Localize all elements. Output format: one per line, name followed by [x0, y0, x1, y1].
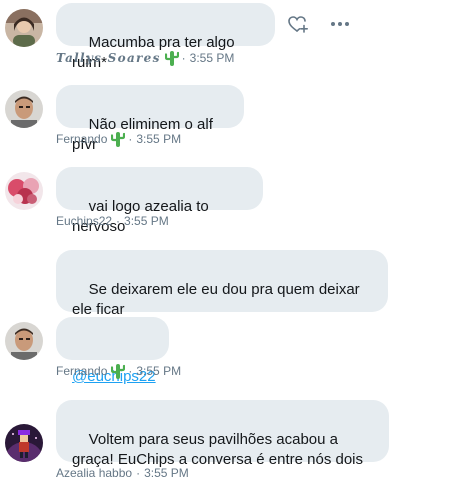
- message-time: 3:55 PM: [189, 51, 235, 65]
- message-time: 3:55 PM: [136, 132, 182, 146]
- message-time: 3:55 PM: [144, 466, 189, 480]
- author-name[interactable]: Fernando: [56, 363, 107, 379]
- dm-conversation-thread: Macumba pra ter algo ruim* Tallys Soares: [0, 0, 459, 485]
- avatar-azealia-habbo[interactable]: [5, 424, 43, 462]
- message-bubble[interactable]: @euchips22: [56, 317, 169, 385]
- cactus-emoji-icon: [111, 131, 126, 147]
- message-time: 3:55 PM: [124, 214, 169, 228]
- avatar-fernando[interactable]: [5, 90, 43, 128]
- cactus-emoji-icon: [111, 363, 126, 379]
- avatar-image: [5, 172, 43, 210]
- avatar-euchips22[interactable]: [5, 172, 43, 210]
- avatar-image: [5, 90, 43, 128]
- avatar-fernando[interactable]: [5, 322, 43, 360]
- avatar-tallys-soares[interactable]: [5, 9, 43, 47]
- meta-separator: ·: [181, 51, 186, 65]
- author-name[interactable]: Tallys Soares: [56, 50, 161, 66]
- message-meta: Fernando · 3:55 PM: [56, 131, 181, 147]
- avatar-image: [5, 424, 43, 462]
- more-options-icon[interactable]: [330, 14, 350, 39]
- message-meta: Fernando · 3:55 PM: [56, 363, 181, 379]
- message-text: Voltem para seus pavilhões acabou a graç…: [72, 431, 363, 468]
- message-bubble[interactable]: Voltem para seus pavilhões acabou a graç…: [56, 400, 389, 468]
- like-heart-plus-icon[interactable]: [287, 14, 310, 39]
- meta-separator: ·: [128, 132, 133, 146]
- message-meta: Tallys Soares · 3:55 PM: [56, 50, 234, 66]
- author-name[interactable]: Azealia habbo: [56, 465, 132, 481]
- author-name[interactable]: Fernando: [56, 131, 107, 147]
- cactus-emoji-icon: [164, 50, 179, 66]
- message-bubble[interactable]: Se deixarem ele eu dou pra quem deixar e…: [56, 250, 388, 318]
- message-time: 3:55 PM: [136, 364, 182, 378]
- message-actions: [287, 14, 350, 39]
- meta-separator: ·: [116, 214, 121, 228]
- message-bubble[interactable]: Macumba pra ter algo ruim*: [56, 3, 275, 71]
- message-text: Se deixarem ele eu dou pra quem deixar e…: [72, 281, 364, 318]
- avatar-image: [5, 9, 43, 47]
- message-meta: Azealia habbo · 3:55 PM: [56, 465, 189, 481]
- meta-separator: ·: [128, 364, 133, 378]
- avatar-image: [5, 322, 43, 360]
- author-name[interactable]: Euchips22: [56, 213, 112, 229]
- message-meta: Euchips22 · 3:55 PM: [56, 213, 169, 229]
- meta-separator: ·: [136, 466, 141, 480]
- message-bubble[interactable]: vai logo azealia to nervoso: [56, 167, 263, 235]
- message-bubble[interactable]: Não eliminem o alf pfvr: [56, 85, 244, 153]
